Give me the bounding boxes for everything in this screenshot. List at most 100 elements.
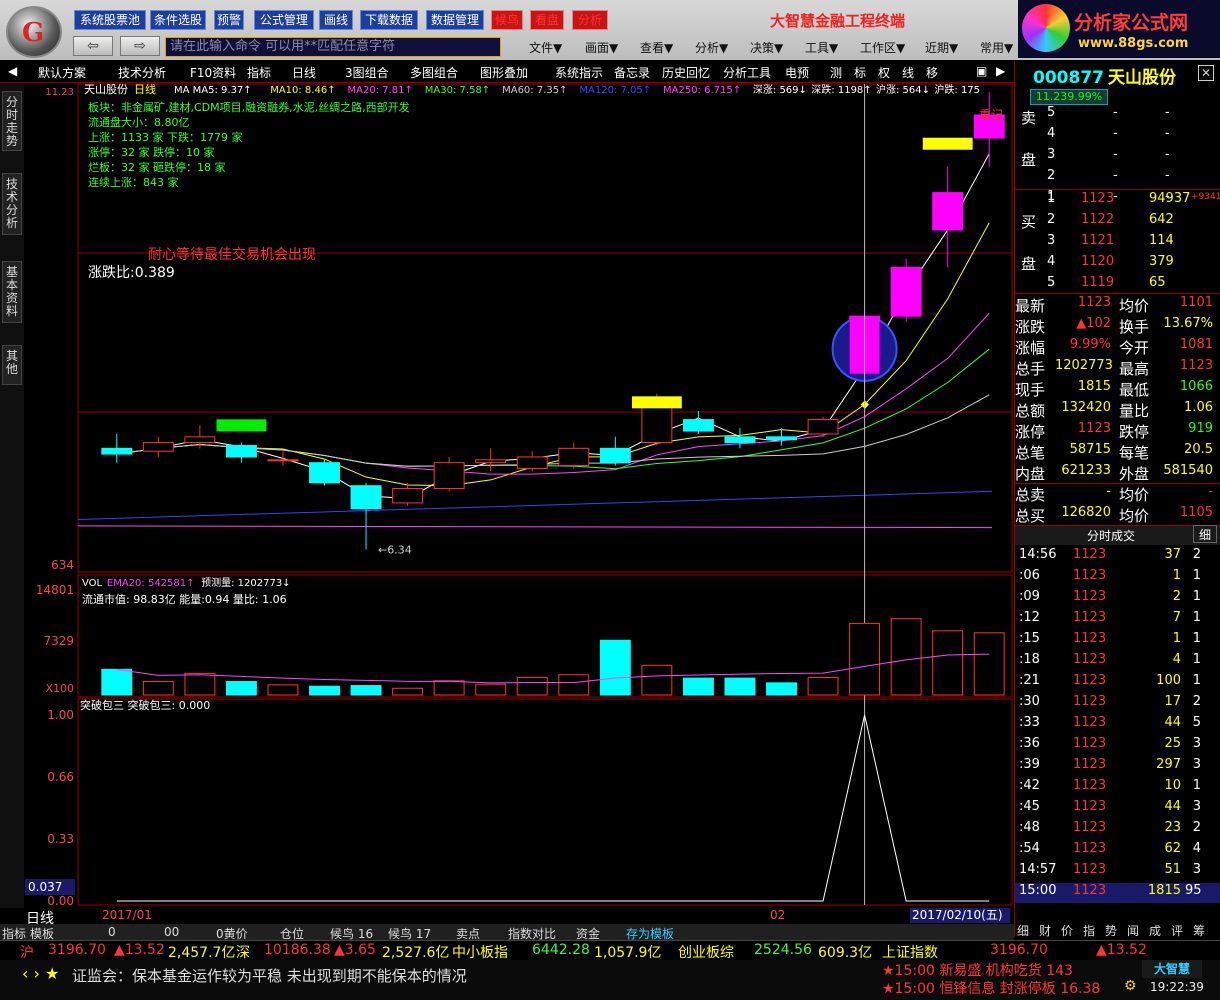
- news-alert-1[interactable]: ★15:00 新易盛 机构吃货 143: [882, 960, 1073, 980]
- index-item-10[interactable]: 1,057.9亿: [594, 942, 661, 962]
- index-item-15[interactable]: 3196.70: [990, 942, 1048, 958]
- toolbar-item-15[interactable]: 权: [878, 64, 890, 81]
- index-item-6[interactable]: ▲3.65: [334, 942, 376, 958]
- index-item-1[interactable]: 3196.70: [48, 942, 106, 958]
- top-button-1[interactable]: 条件选股: [150, 10, 206, 30]
- toolbar-item-17[interactable]: 移: [926, 64, 938, 81]
- trade-count: 1: [1192, 631, 1201, 646]
- quote-tab-7[interactable]: 评: [1171, 922, 1183, 939]
- toolbar-item-1[interactable]: 技术分析: [118, 64, 166, 81]
- index-item-12[interactable]: 2524.56: [754, 942, 812, 958]
- top-button-9[interactable]: 分析: [572, 10, 608, 30]
- toolbar-window-icon[interactable]: ▣: [976, 64, 987, 78]
- toolbar-item-0[interactable]: 默认方案: [38, 64, 86, 81]
- toolbar-item-8[interactable]: 系统指示: [555, 64, 603, 81]
- forward-button[interactable]: ⇨: [120, 36, 160, 56]
- toolbar-item-5[interactable]: 3图组合: [345, 64, 389, 81]
- menu-item-8[interactable]: 常用▼: [980, 39, 1013, 56]
- menu-item-0[interactable]: 文件▼: [529, 39, 562, 56]
- sell-price: -: [1113, 105, 1118, 120]
- index-item-0[interactable]: 沪: [20, 942, 34, 962]
- toolbar-item-9[interactable]: 备忘录: [614, 64, 650, 81]
- index-item-11[interactable]: 创业板综: [678, 942, 734, 962]
- index-item-13[interactable]: 609.3亿: [818, 942, 872, 962]
- menu-item-4[interactable]: 决策▼: [750, 39, 783, 56]
- stat-value: 9.99%: [1069, 337, 1111, 352]
- trade-volume: 25: [1164, 736, 1181, 751]
- stat-label: 涨幅: [1015, 339, 1046, 357]
- trades-detail-button[interactable]: 细: [1193, 525, 1217, 543]
- settings-gear-icon[interactable]: ⚙: [1124, 978, 1137, 994]
- index-item-5[interactable]: 10186.38: [264, 942, 331, 958]
- menu-item-7[interactable]: 近期▼: [925, 39, 958, 56]
- index-item-7[interactable]: 2,527.6亿: [382, 942, 449, 962]
- back-button[interactable]: ⇦: [73, 36, 113, 56]
- index-item-4[interactable]: 深: [236, 942, 250, 962]
- top-button-7[interactable]: 候鸟: [491, 10, 523, 30]
- side-tab-1[interactable]: 技术分析: [2, 173, 22, 235]
- index-item-3[interactable]: 2,457.7亿: [168, 942, 235, 962]
- menu-item-2[interactable]: 查看▼: [640, 39, 673, 56]
- menu-item-1[interactable]: 画面▼: [585, 39, 618, 56]
- top-button-6[interactable]: 数据管理: [426, 10, 484, 30]
- top-button-4[interactable]: 画线: [319, 10, 353, 30]
- index-item-16[interactable]: ▲13.52: [1096, 942, 1147, 958]
- top-button-5[interactable]: 下载数据: [360, 10, 418, 30]
- index-item-2[interactable]: ▲13.52: [114, 942, 165, 958]
- indicator-tab-3[interactable]: 00: [164, 925, 179, 939]
- quote-tab-5[interactable]: 闻: [1127, 922, 1139, 939]
- toolbar-item-3[interactable]: 指标: [247, 64, 271, 81]
- index-item-9[interactable]: 6442.28: [532, 942, 590, 958]
- indicator-tab-2[interactable]: 0: [108, 925, 116, 939]
- menu-item-5[interactable]: 工具▼: [805, 39, 838, 56]
- quote-tab-1[interactable]: 财: [1039, 922, 1051, 939]
- chart-area[interactable]: ◆63411.23←6.34天山股份日线MA MA5: 9.37↑MA10: 8…: [24, 82, 1014, 923]
- quote-tab-6[interactable]: 成: [1149, 922, 1161, 939]
- toolbar-item-10[interactable]: 历史回忆: [662, 64, 710, 81]
- trades-title: 分时成交: [1087, 529, 1136, 543]
- vol-y-max: 14801: [36, 583, 74, 597]
- buy-level: 1: [1047, 191, 1056, 206]
- index-item-14[interactable]: 上证指数: [882, 942, 938, 962]
- trade-count: 95: [1185, 883, 1202, 898]
- close-icon[interactable]: ✕: [1198, 65, 1214, 81]
- news-alert-2[interactable]: ★15:00 恒锋信息 封涨停板 16.38: [882, 978, 1100, 998]
- stat-value: 1105: [1179, 505, 1213, 520]
- toolbar-item-13[interactable]: 测: [830, 64, 842, 81]
- quote-tab-8[interactable]: 筹: [1193, 922, 1205, 939]
- menu-item-3[interactable]: 分析▼: [695, 39, 728, 56]
- toolbar-item-14[interactable]: 标: [854, 64, 866, 81]
- quote-tab-3[interactable]: 指: [1083, 922, 1095, 939]
- top-button-2[interactable]: 预警: [214, 10, 244, 30]
- side-tab-3[interactable]: 其他: [2, 345, 22, 385]
- top-button-8[interactable]: 看盘: [530, 10, 564, 30]
- trade-volume: 297: [1156, 757, 1181, 772]
- trade-price: 1123: [1073, 736, 1107, 751]
- toolbar-item-4[interactable]: 日线: [292, 64, 316, 81]
- toolbar-item-16[interactable]: 线: [902, 64, 914, 81]
- toolbar-item-6[interactable]: 多图组合: [410, 64, 458, 81]
- stat-label: 总买: [1015, 507, 1046, 525]
- quote-tab-0[interactable]: 细: [1017, 922, 1029, 939]
- top-button-3[interactable]: 公式管理: [254, 10, 314, 30]
- toolbar-item-11[interactable]: 分析工具: [723, 64, 771, 81]
- news-headline[interactable]: 证监会：保本基金运作较为平稳 未出现到期不能保本的情况: [72, 965, 467, 986]
- command-input[interactable]: 请在此输入命令 可以用**匹配任意字符: [165, 37, 501, 57]
- trade-volume: 10: [1164, 778, 1181, 793]
- menu-item-6[interactable]: 工作区▼: [860, 39, 905, 56]
- toolbar-item-12[interactable]: 电预: [785, 64, 809, 81]
- toolbar-item-7[interactable]: 图形叠加: [480, 64, 528, 81]
- index-item-8[interactable]: 中小板指: [452, 942, 508, 962]
- toolbar-next-icon[interactable]: ▶: [996, 64, 1005, 78]
- quote-tab-4[interactable]: 势: [1105, 922, 1117, 939]
- candle-body: [516, 456, 548, 469]
- side-tab-0[interactable]: 分时走势: [2, 91, 22, 151]
- period-label[interactable]: 日线: [26, 908, 54, 928]
- top-button-0[interactable]: 系统股票池: [74, 10, 146, 30]
- news-arrows-icon[interactable]: ‹ › ★: [22, 964, 59, 983]
- toolbar-item-2[interactable]: F10资料: [190, 64, 236, 81]
- side-tab-2[interactable]: 基本资料: [2, 261, 22, 323]
- volume-bar: [641, 664, 673, 696]
- toolbar-left-arrow-icon[interactable]: ◀: [8, 64, 17, 78]
- quote-tab-2[interactable]: 价: [1061, 922, 1073, 939]
